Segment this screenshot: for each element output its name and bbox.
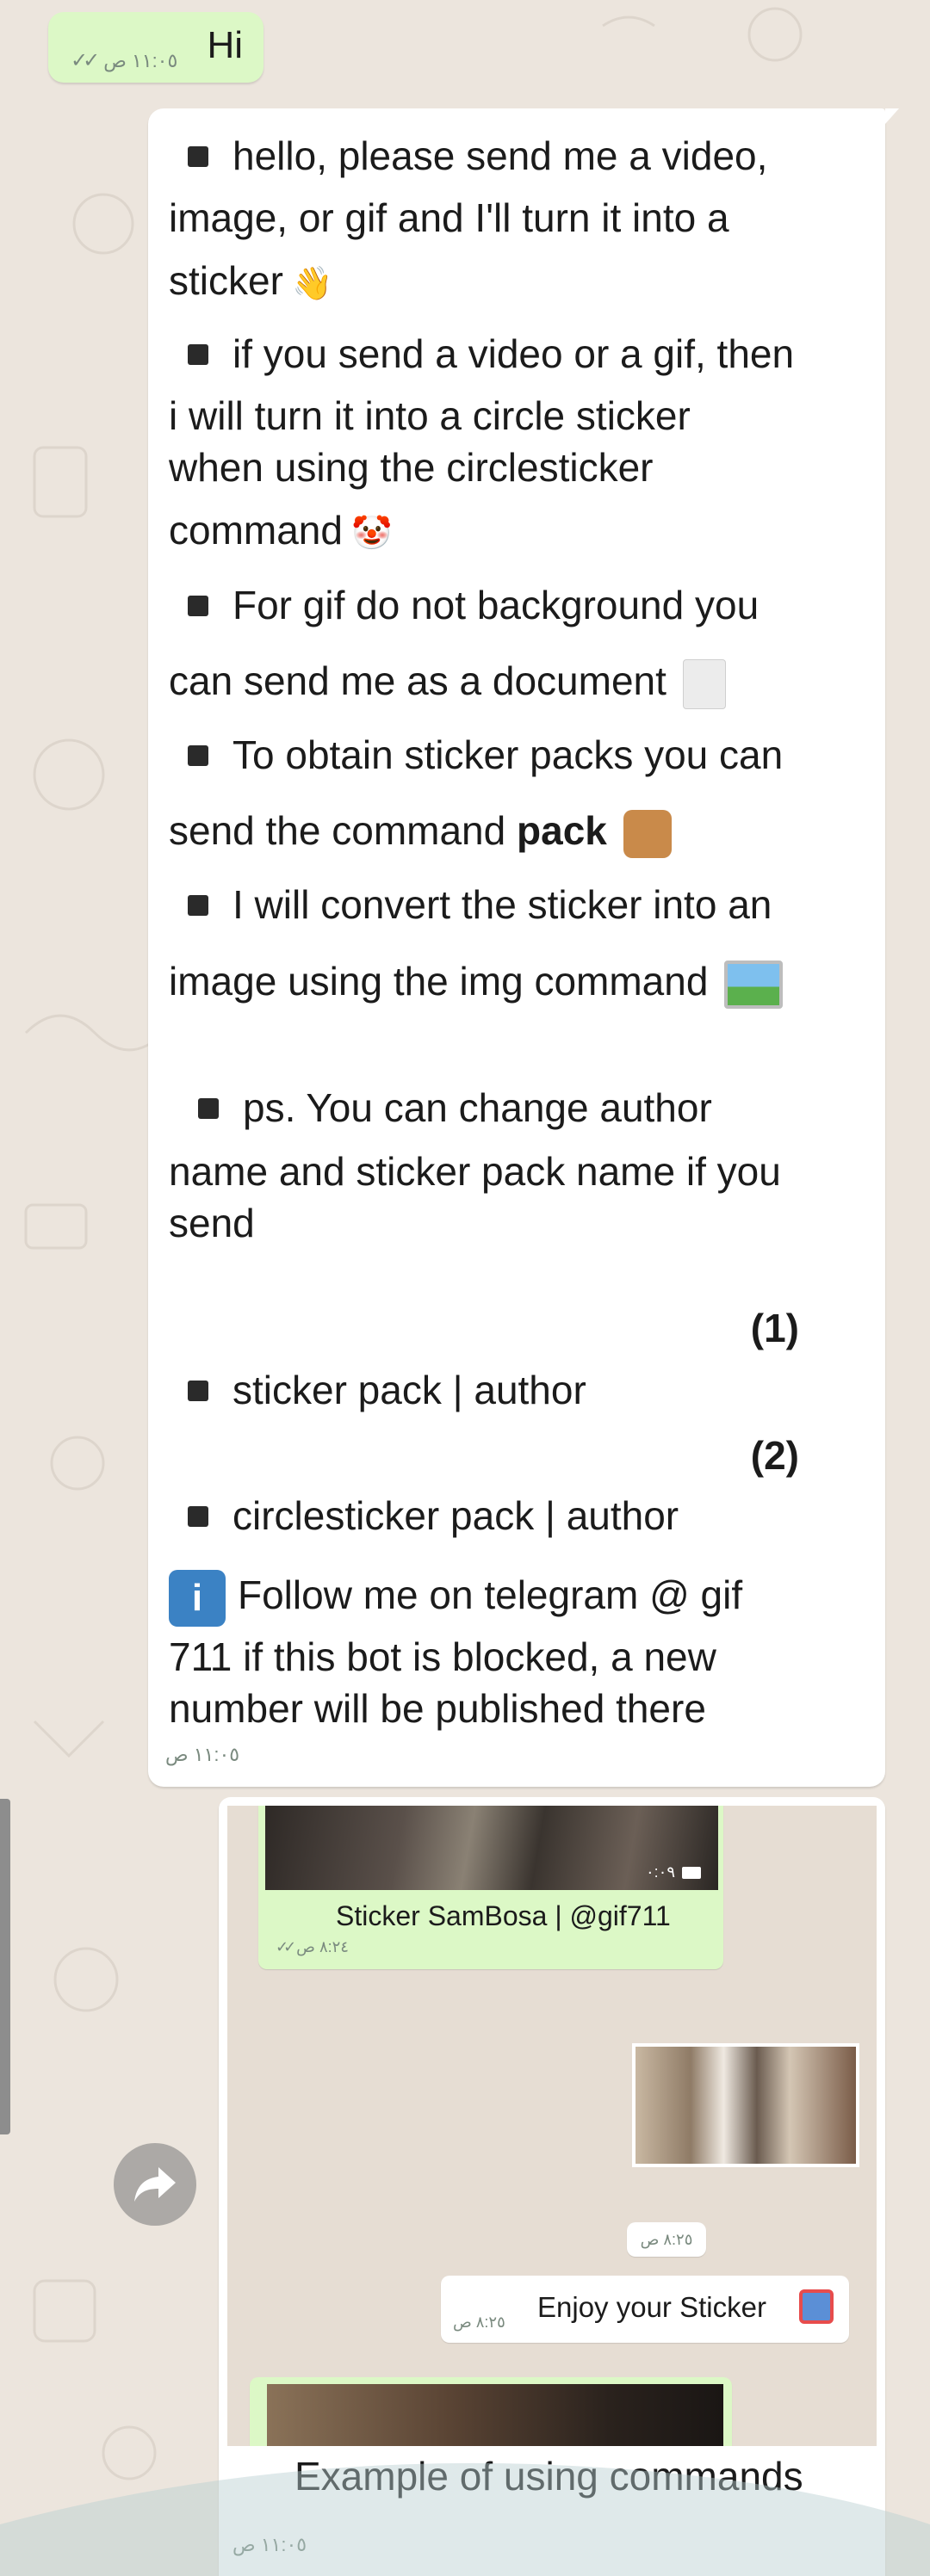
bullet-square-icon <box>188 145 208 167</box>
bullet-square-icon <box>188 894 208 916</box>
incoming-image-message[interactable]: ٠:٠٩ Sticker SamBosa | @gif711 ✓✓ ٨:٢٤ ص… <box>219 1797 885 2576</box>
message-time: ١١:٠٥ ص <box>103 49 178 71</box>
message-line: For gif do not background you <box>232 583 760 627</box>
gift-icon <box>799 2289 834 2324</box>
bubble-tail <box>885 108 899 124</box>
clown-face-icon: 🤡 <box>351 516 393 552</box>
list-number: (1) <box>750 1306 799 1350</box>
document-icon <box>682 659 726 709</box>
message-line: command <box>169 508 343 553</box>
video-camera-icon <box>682 1866 701 1879</box>
message-line: name and sticker pack name if you <box>169 1149 781 1194</box>
message-line: if you send a video or a gif, then <box>232 331 795 376</box>
command-pack: pack <box>517 808 607 854</box>
outgoing-message-hi[interactable]: Hi ✓✓ ١١:٠٥ ص <box>48 12 264 83</box>
image-caption: Example of using commands <box>294 2454 803 2499</box>
message-time: ١١:٠٥ ص <box>232 2534 307 2555</box>
sticker-caption: Sticker SamBosa | @gif711 <box>336 1900 671 1931</box>
message-line: number will be published there <box>169 1686 706 1731</box>
forward-arrow-icon <box>134 2167 176 2202</box>
video-duration: ٠:٠٩ <box>645 1863 675 1881</box>
list-number: (2) <box>750 1433 799 1478</box>
message-line: image, or gif and I'll turn it into a <box>169 195 729 240</box>
message-text: Enjoy your Sticker <box>537 2291 766 2323</box>
message-line: Follow me on telegram @ gif <box>238 1572 743 1618</box>
double-check-icon: ✓✓ <box>276 1938 296 1955</box>
bullet-square-icon <box>188 343 208 365</box>
message-line: ps. You can change author <box>243 1085 712 1130</box>
bullet-square-icon <box>188 1380 208 1401</box>
video-thumbnail: ٠:٠٩ <box>265 1806 718 1890</box>
embedded-sticker-message: ٠:٠٩ Sticker SamBosa | @gif711 ✓✓ ٨:٢٤ ص <box>258 1806 723 1969</box>
message-line: 711 if this bot is blocked, a new <box>169 1634 716 1679</box>
waving-hand-icon: 👋 <box>292 266 333 302</box>
message-time: ٨:٢٥ ص <box>453 2313 505 2331</box>
message-line: hello, please send me a video, <box>232 133 768 178</box>
bullet-square-icon <box>188 1505 208 1527</box>
message-line: send the command <box>169 808 506 854</box>
bullet-square-icon <box>198 1097 219 1119</box>
embedded-screenshot[interactable]: ٠:٠٩ Sticker SamBosa | @gif711 ✓✓ ٨:٢٤ ص… <box>227 1806 877 2446</box>
message-line: To obtain sticker packs you can <box>232 732 784 777</box>
received-photo <box>632 2043 859 2167</box>
message-line: image using the img command <box>169 959 709 1004</box>
message-time: ٨:٢٤ ص <box>296 1938 349 1955</box>
photo-time-chip: ٨:٢٥ ص <box>627 2222 706 2257</box>
double-check-icon: ✓✓ <box>71 49 100 72</box>
message-time: ٨:٢٥ ص <box>640 2231 693 2248</box>
message-line: sticker <box>169 258 283 304</box>
sticker-meta: ✓✓ ٨:٢٤ ص <box>269 1938 349 1956</box>
embedded-sticker-message-2 <box>250 2377 732 2446</box>
bullet-square-icon <box>188 595 208 616</box>
forward-button[interactable] <box>114 2143 196 2226</box>
framed-picture-icon <box>724 961 784 1009</box>
message-line: I will convert the sticker into an <box>232 882 772 927</box>
package-icon <box>623 810 672 858</box>
message-text: Hi <box>207 24 243 66</box>
enjoy-sticker-message: ٨:٢٥ ص Enjoy your Sticker <box>441 2276 849 2343</box>
message-line: sticker pack | author <box>232 1368 586 1412</box>
scrollbar[interactable] <box>0 1799 10 2134</box>
video-thumbnail <box>267 2384 723 2446</box>
message-line: i will turn it into a circle sticker <box>169 393 691 438</box>
message-line: when using the circlesticker <box>169 445 654 490</box>
message-line: can send me as a document <box>169 658 666 704</box>
bullet-square-icon <box>188 744 208 766</box>
message-line: circlesticker pack | author <box>232 1493 679 1538</box>
message-time: ١١:٠٥ ص <box>165 1744 240 1765</box>
incoming-message-instructions[interactable]: hello, please send me a video, image, or… <box>148 108 899 1787</box>
info-icon: i <box>169 1570 226 1627</box>
message-line: send <box>169 1201 255 1245</box>
